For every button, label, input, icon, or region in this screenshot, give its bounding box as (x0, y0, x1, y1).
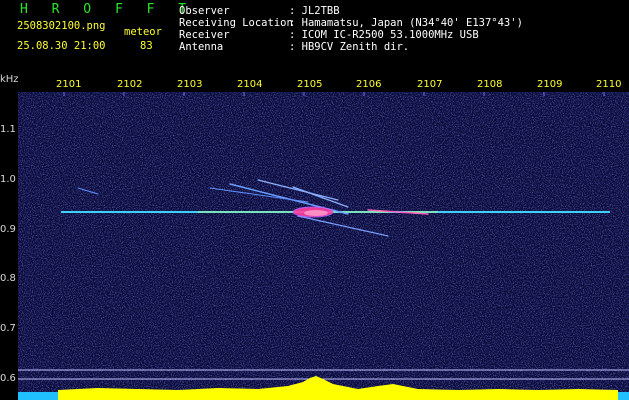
meteor-count: 83 (140, 40, 153, 52)
y-tick-label: 0.7 (0, 323, 16, 334)
x-tick-label: 2108 (477, 79, 503, 90)
info-label-antenna: Antenna (179, 41, 224, 53)
x-tick-label: 2110 (596, 79, 622, 90)
info-label-observer: Observer (179, 5, 230, 17)
spectrogram-noise (18, 92, 629, 400)
x-tick-label: 2109 (537, 79, 563, 90)
app-title: H R O F F T (20, 2, 195, 17)
y-tick-label: 0.6 (0, 373, 16, 384)
x-tick-label: 2101 (56, 79, 82, 90)
y-axis-unit: kHz (0, 74, 19, 85)
file-type: meteor (124, 26, 162, 38)
x-tick-label: 2103 (177, 79, 203, 90)
file-name: 2508302100.png (17, 20, 106, 32)
info-label-location: Receiving Location (179, 17, 293, 29)
x-tick-label: 2106 (356, 79, 382, 90)
info-value-antenna: : HB9CV Zenith dir. (289, 41, 410, 53)
info-value-observer: : JL2TBB (289, 5, 340, 17)
header: H R O F F T 2508302100.png meteor 25.08.… (0, 0, 629, 72)
y-tick-label: 0.8 (0, 273, 16, 284)
x-tick-label: 2107 (417, 79, 443, 90)
info-value-location: : Hamamatsu, Japan (N34°40' E137°43') (289, 17, 523, 29)
spectrogram (18, 92, 629, 400)
info-label-receiver: Receiver (179, 29, 230, 41)
info-value-receiver: : ICOM IC-R2500 53.1000MHz USB (289, 29, 479, 41)
x-tick-label: 2102 (117, 79, 143, 90)
y-tick-label: 1.1 (0, 124, 16, 135)
y-tick-label: 1.0 (0, 174, 16, 185)
x-tick-label: 2104 (237, 79, 263, 90)
file-datetime: 25.08.30 21:00 (17, 40, 106, 52)
x-tick-label: 2105 (297, 79, 323, 90)
y-tick-label: 0.9 (0, 224, 16, 235)
